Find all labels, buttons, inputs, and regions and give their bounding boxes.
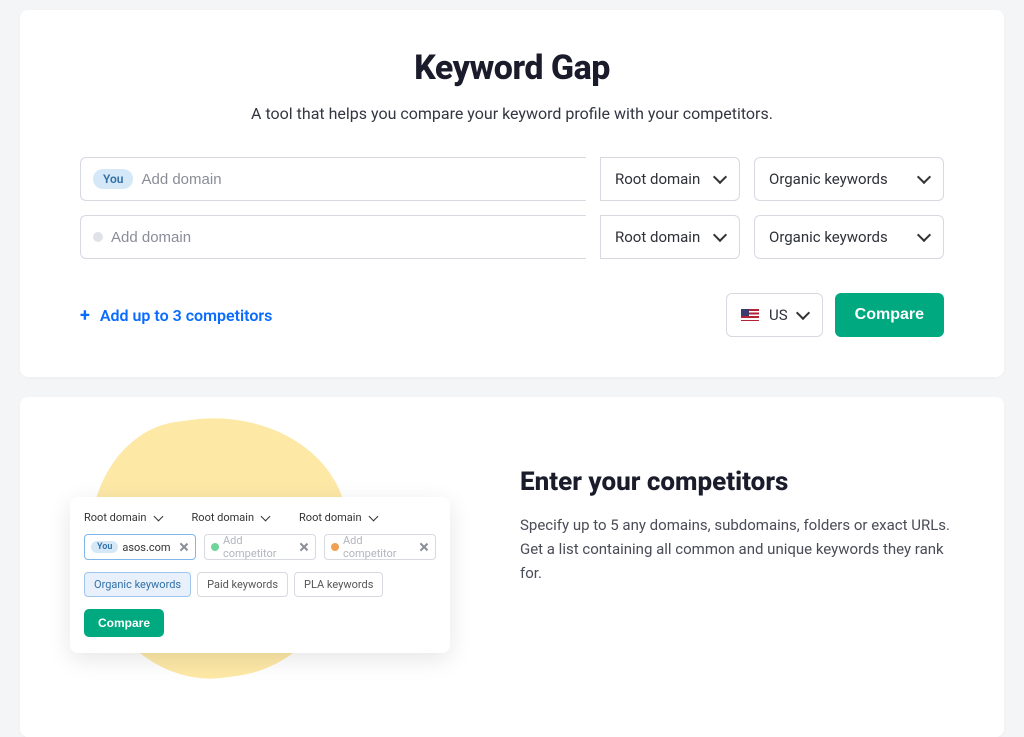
mini-scope: Root domain [192, 511, 270, 524]
keyword-type-label: Organic keywords [769, 170, 888, 188]
chevron-down-icon [261, 511, 271, 521]
mini-fields-row: You asos.com Add competitor Add competit… [84, 534, 436, 560]
scope-select[interactable]: Root domain [600, 157, 740, 201]
right-actions: US Compare [726, 293, 944, 337]
scope-label: Root domain [615, 170, 700, 188]
mini-placeholder: Add competitor [223, 534, 295, 560]
domain-field-you[interactable]: You [80, 157, 586, 201]
info-text: Enter your competitors Specify up to 5 a… [520, 437, 954, 585]
mini-domain-value: asos.com [122, 541, 175, 554]
close-icon [179, 542, 189, 552]
scope-select[interactable]: Root domain [600, 215, 740, 259]
mini-tabs: Organic keywords Paid keywords PLA keywo… [84, 572, 436, 597]
chevron-down-icon [917, 228, 931, 242]
page-title: Keyword Gap [80, 48, 944, 88]
mini-you-badge: You [91, 541, 118, 553]
mini-scope-label: Root domain [299, 511, 362, 524]
competitor-color-dot [211, 543, 219, 551]
scope-label: Root domain [615, 228, 700, 246]
domain-input[interactable] [111, 229, 574, 246]
actions-row: + Add up to 3 competitors US Compare [80, 293, 944, 337]
chevron-down-icon [153, 511, 163, 521]
mini-field-competitor: Add competitor [324, 534, 436, 560]
illustration: Root domain Root domain Root domain You … [60, 437, 480, 677]
add-competitors-link[interactable]: + Add up to 3 competitors [80, 305, 272, 326]
chevron-down-icon [713, 170, 727, 184]
domain-input[interactable] [141, 171, 574, 188]
keyword-gap-panel: Keyword Gap A tool that helps you compar… [20, 10, 1004, 377]
mini-scope: Root domain [84, 511, 162, 524]
country-select[interactable]: US [726, 293, 823, 337]
close-icon [299, 542, 309, 552]
chevron-down-icon [917, 170, 931, 184]
mini-scope: Root domain [299, 511, 377, 524]
add-competitors-label: Add up to 3 competitors [100, 306, 273, 325]
mini-tab-organic: Organic keywords [84, 572, 191, 597]
country-code: US [769, 306, 788, 324]
mini-scope-label: Root domain [192, 511, 255, 524]
mini-placeholder: Add competitor [343, 534, 415, 560]
us-flag-icon [741, 309, 759, 321]
mini-compare-button: Compare [84, 609, 164, 637]
info-panel: Root domain Root domain Root domain You … [20, 397, 1004, 737]
chevron-down-icon [713, 228, 727, 242]
mini-form-illustration: Root domain Root domain Root domain You … [70, 497, 450, 653]
mini-scope-label: Root domain [84, 511, 147, 524]
mini-tab-pla: PLA keywords [294, 572, 383, 597]
mini-field-you: You asos.com [84, 534, 196, 560]
mini-field-competitor: Add competitor [204, 534, 316, 560]
page-subtitle: A tool that helps you compare your keywo… [80, 104, 944, 123]
plus-icon: + [80, 305, 90, 326]
keyword-type-select[interactable]: Organic keywords [754, 215, 944, 259]
domain-rows: You Root domain Organic keywords Root do… [80, 157, 944, 259]
competitor-color-dot [93, 232, 103, 242]
domain-row: You Root domain Organic keywords [80, 157, 944, 201]
mini-tab-paid: Paid keywords [197, 572, 288, 597]
domain-row: Root domain Organic keywords [80, 215, 944, 259]
domain-field-competitor[interactable] [80, 215, 586, 259]
chevron-down-icon [796, 306, 810, 320]
keyword-type-select[interactable]: Organic keywords [754, 157, 944, 201]
info-heading: Enter your competitors [520, 467, 954, 497]
chevron-down-icon [368, 511, 378, 521]
compare-button[interactable]: Compare [835, 293, 944, 337]
close-icon [419, 542, 429, 552]
competitor-color-dot [331, 543, 339, 551]
info-body: Specify up to 5 any domains, subdomains,… [520, 513, 954, 585]
keyword-type-label: Organic keywords [769, 228, 888, 246]
you-badge: You [93, 169, 133, 189]
mini-scope-row: Root domain Root domain Root domain [84, 511, 436, 524]
